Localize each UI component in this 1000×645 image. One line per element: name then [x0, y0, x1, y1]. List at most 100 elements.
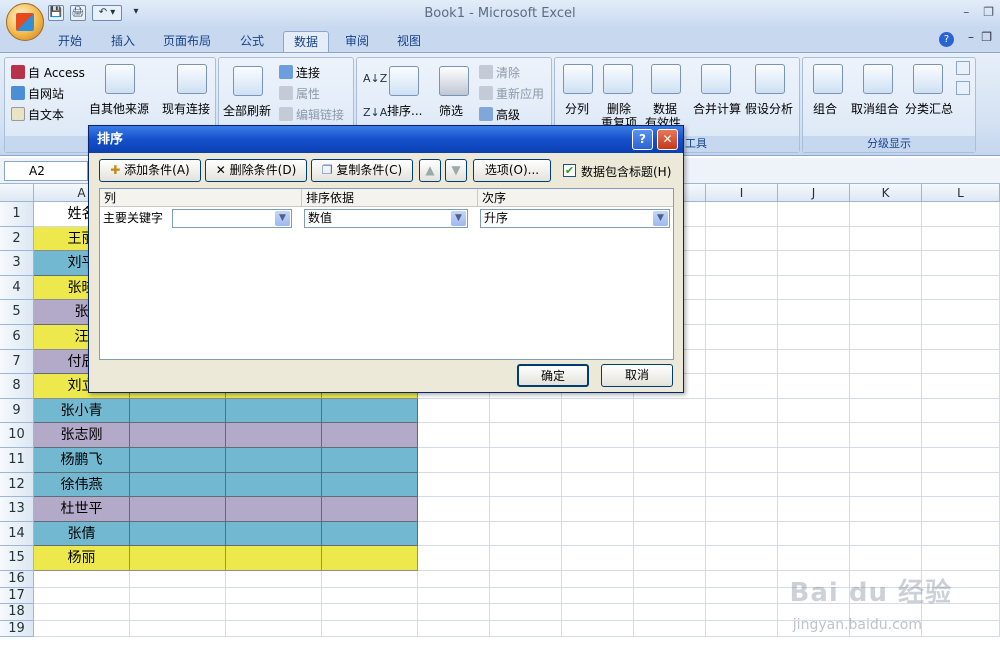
- minimize-button[interactable]: –: [963, 5, 969, 19]
- cell[interactable]: [634, 546, 706, 571]
- cell[interactable]: [778, 497, 850, 522]
- advanced-filter-button[interactable]: 高级: [479, 106, 520, 123]
- cell[interactable]: [130, 587, 226, 604]
- cell[interactable]: [706, 521, 778, 547]
- cell[interactable]: [490, 398, 562, 424]
- from-text-button[interactable]: 自文本: [11, 106, 64, 123]
- cell[interactable]: [922, 472, 1000, 498]
- cell[interactable]: [706, 448, 778, 473]
- filter-button[interactable]: 筛选: [439, 102, 463, 119]
- cell[interactable]: [706, 300, 778, 325]
- cell[interactable]: [418, 546, 490, 571]
- row-header[interactable]: 3: [0, 251, 34, 276]
- column-header-i[interactable]: I: [706, 184, 778, 202]
- name-cell[interactable]: 张小青: [34, 398, 130, 424]
- ribbon-restore-button[interactable]: ❐: [981, 30, 992, 44]
- row-header[interactable]: 1: [0, 202, 34, 227]
- cell[interactable]: [562, 620, 634, 637]
- cell[interactable]: [778, 202, 850, 227]
- edit-links-button[interactable]: 编辑链接: [279, 106, 344, 123]
- cell[interactable]: [226, 472, 322, 498]
- move-down-button[interactable]: ▼: [445, 159, 467, 182]
- has-header-checkbox[interactable]: ✔: [563, 164, 576, 177]
- row-header[interactable]: 11: [0, 448, 34, 473]
- move-up-button[interactable]: ▲: [419, 159, 441, 182]
- cell[interactable]: [418, 521, 490, 547]
- restore-button[interactable]: ❐: [983, 5, 994, 19]
- row-header[interactable]: 18: [0, 604, 34, 621]
- row-header[interactable]: 10: [0, 423, 34, 448]
- row-header[interactable]: 6: [0, 325, 34, 350]
- add-level-button[interactable]: ✚ 添加条件(A): [99, 159, 201, 182]
- cell[interactable]: [562, 423, 634, 448]
- cell[interactable]: [322, 620, 418, 637]
- options-button[interactable]: 选项(O)...: [473, 159, 551, 182]
- cell[interactable]: [706, 497, 778, 522]
- name-box[interactable]: A2: [4, 161, 88, 181]
- cell[interactable]: [490, 604, 562, 621]
- cell[interactable]: [850, 398, 922, 424]
- cell[interactable]: [130, 448, 226, 473]
- cell[interactable]: [226, 571, 322, 588]
- row-header[interactable]: 19: [0, 620, 34, 637]
- name-cell[interactable]: 张倩: [34, 521, 130, 547]
- cell[interactable]: [634, 587, 706, 604]
- cell[interactable]: [322, 546, 418, 571]
- cell[interactable]: [130, 423, 226, 448]
- row-header[interactable]: 17: [0, 587, 34, 604]
- row-header[interactable]: 7: [0, 349, 34, 375]
- cell[interactable]: [490, 546, 562, 571]
- cell[interactable]: [706, 398, 778, 424]
- what-if-button[interactable]: 假设分析: [745, 100, 793, 117]
- cell[interactable]: [850, 226, 922, 252]
- cell[interactable]: [322, 448, 418, 473]
- cell[interactable]: [322, 423, 418, 448]
- cell[interactable]: [706, 349, 778, 375]
- cell[interactable]: [922, 325, 1000, 350]
- cell[interactable]: [322, 497, 418, 522]
- cell[interactable]: [778, 423, 850, 448]
- row-header[interactable]: 2: [0, 226, 34, 252]
- cell[interactable]: [226, 521, 322, 547]
- cell[interactable]: [226, 604, 322, 621]
- cell[interactable]: [706, 226, 778, 252]
- row-header[interactable]: 9: [0, 398, 34, 424]
- cell[interactable]: [922, 349, 1000, 375]
- cell[interactable]: [418, 587, 490, 604]
- cell[interactable]: [562, 571, 634, 588]
- cell[interactable]: [634, 472, 706, 498]
- dialog-close-button[interactable]: ✕: [657, 129, 678, 150]
- cell[interactable]: [634, 604, 706, 621]
- cell[interactable]: [922, 497, 1000, 522]
- cell[interactable]: [130, 571, 226, 588]
- sort-on-select[interactable]: 数值 ▼: [304, 209, 468, 228]
- cell[interactable]: [778, 374, 850, 399]
- cell[interactable]: [922, 398, 1000, 424]
- cell[interactable]: [34, 587, 130, 604]
- cell[interactable]: [562, 472, 634, 498]
- cell[interactable]: [562, 604, 634, 621]
- sort-ascending-icon[interactable]: A↓Z: [363, 72, 387, 85]
- cell[interactable]: [322, 398, 418, 424]
- cell[interactable]: [778, 398, 850, 424]
- cell[interactable]: [706, 251, 778, 276]
- row-header[interactable]: 4: [0, 275, 34, 301]
- cell[interactable]: [562, 398, 634, 424]
- cell[interactable]: [706, 325, 778, 350]
- cell[interactable]: [418, 571, 490, 588]
- cell[interactable]: [490, 423, 562, 448]
- row-header[interactable]: 16: [0, 571, 34, 588]
- cell[interactable]: [322, 587, 418, 604]
- sort-by-column-select[interactable]: ▼: [172, 209, 292, 228]
- cell[interactable]: [418, 604, 490, 621]
- cell[interactable]: [850, 472, 922, 498]
- cell[interactable]: [778, 521, 850, 547]
- cell[interactable]: [490, 587, 562, 604]
- tab-insert[interactable]: 插入: [101, 31, 145, 52]
- name-cell[interactable]: 张志刚: [34, 423, 130, 448]
- cell[interactable]: [322, 571, 418, 588]
- cell[interactable]: [850, 349, 922, 375]
- name-cell[interactable]: 徐伟燕: [34, 472, 130, 498]
- consolidate-button[interactable]: 合并计算: [693, 100, 741, 117]
- cell[interactable]: [706, 423, 778, 448]
